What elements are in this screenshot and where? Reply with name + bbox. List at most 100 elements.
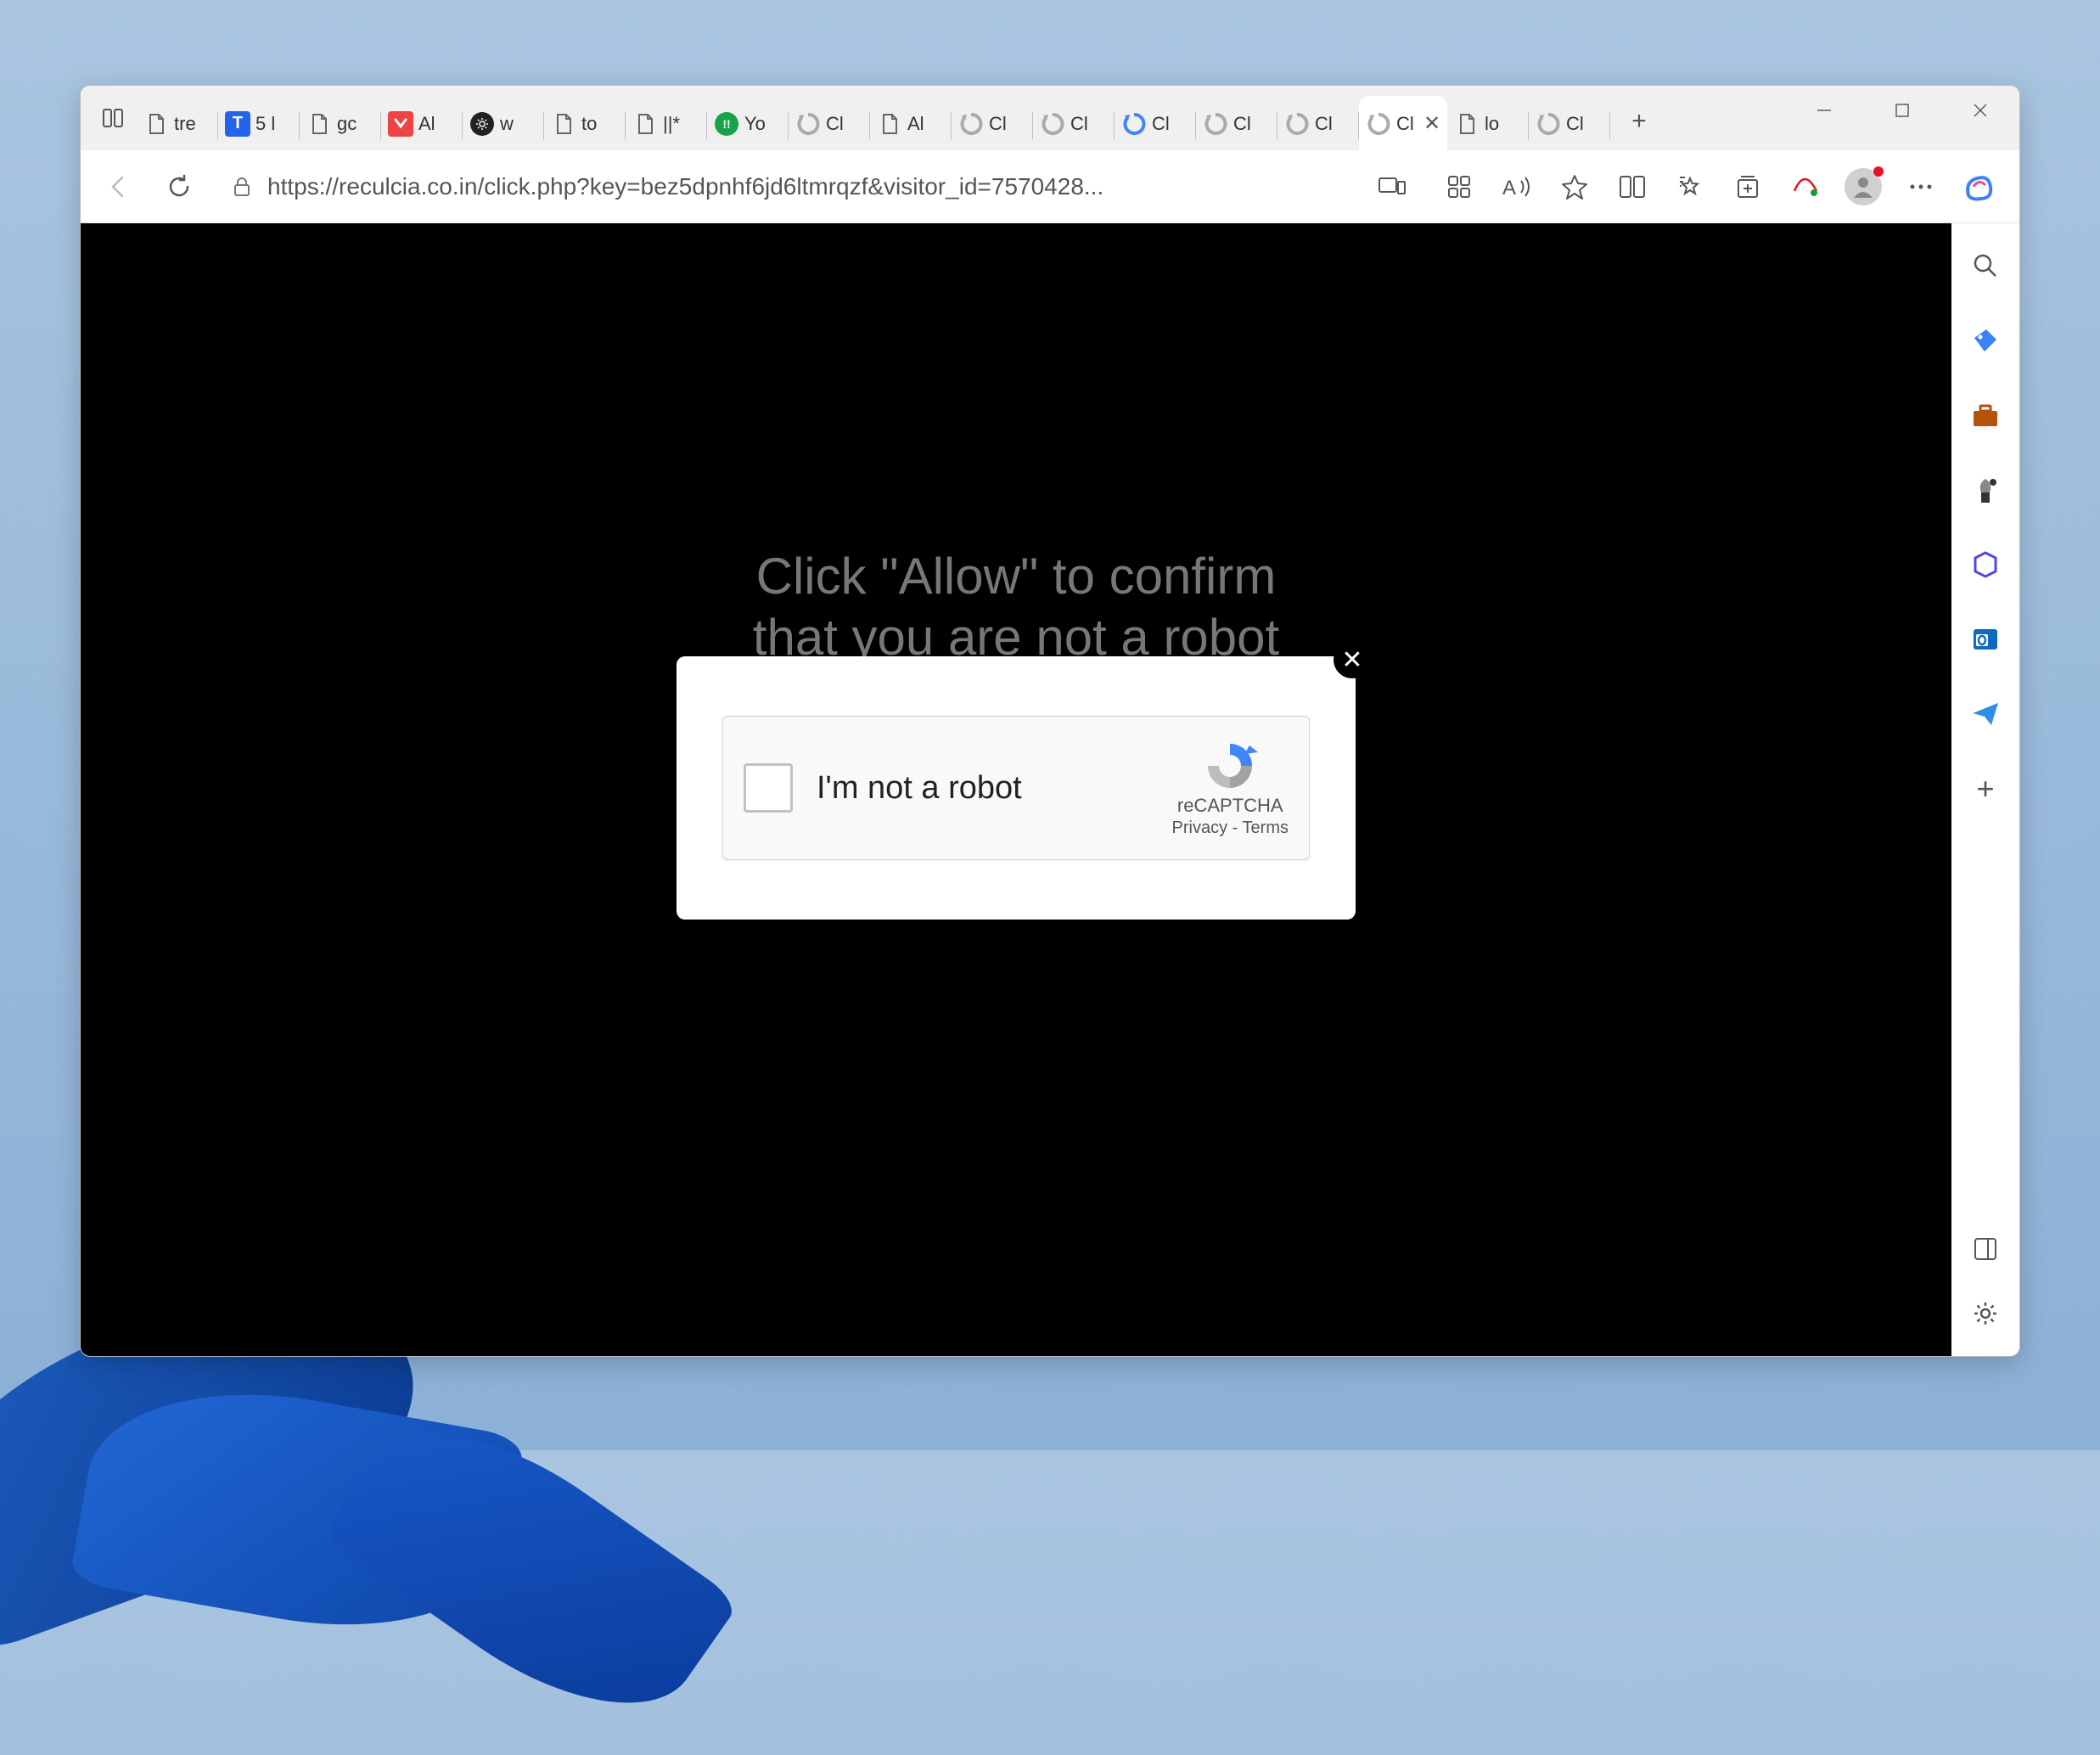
tab-favicon <box>1203 111 1228 137</box>
tab-favicon <box>143 111 169 137</box>
more-menu-icon[interactable] <box>1895 161 1946 212</box>
favorite-icon[interactable] <box>1549 161 1600 212</box>
tab-label: Cl <box>989 113 1026 135</box>
tab-label: lo <box>1485 113 1522 135</box>
browser-window: tre T5 l gc Al wto ||* !!Yo Cl Al Cl Cl Cl Cl Cl Cli ✕ l… <box>80 85 2020 1357</box>
tab-favicon <box>877 111 902 137</box>
tab-favicon <box>1121 111 1147 137</box>
tab-favicon <box>958 111 984 137</box>
tab-label: Al <box>418 113 456 135</box>
tab-favicon <box>632 111 658 137</box>
sidebar-search-icon[interactable] <box>1967 247 2004 284</box>
recaptcha-checkbox[interactable] <box>744 763 793 813</box>
tab-label: Cl <box>826 113 863 135</box>
captcha-dialog: ✕ I'm not a robot reCAPTCHA Privac <box>677 656 1356 920</box>
tab-favicon <box>306 111 332 137</box>
tab-favicon <box>469 111 495 137</box>
tab-label: 5 l <box>255 113 293 135</box>
browser-tab[interactable]: to <box>544 96 626 150</box>
svg-text:A: A <box>1502 177 1516 200</box>
recaptcha-branding: reCAPTCHA Privacy - Terms <box>1172 739 1289 838</box>
collections-icon[interactable] <box>1722 161 1773 212</box>
browser-tab[interactable]: ||* <box>626 96 707 150</box>
profile-avatar[interactable] <box>1838 161 1889 212</box>
tab-favicon <box>1284 111 1310 137</box>
maximize-button[interactable] <box>1863 86 1941 135</box>
tab-actions-button[interactable] <box>89 94 137 142</box>
window-controls <box>1785 86 2019 135</box>
browser-tab[interactable]: Cl <box>1033 96 1115 150</box>
tab-label: Cl <box>1152 113 1189 135</box>
device-sync-icon[interactable] <box>1378 175 1407 199</box>
tab-favicon <box>1536 111 1561 137</box>
address-bar[interactable]: https://reculcia.co.in/click.php?key=bez… <box>215 161 1422 212</box>
captcha-close-button[interactable]: ✕ <box>1334 641 1371 678</box>
tab-label: w <box>500 113 537 135</box>
sidebar-tools-icon[interactable] <box>1967 397 2004 434</box>
browser-tab[interactable]: Cli ✕ <box>1359 96 1447 150</box>
new-tab-button[interactable]: + <box>1615 98 1663 145</box>
tab-favicon <box>795 111 821 137</box>
tab-favicon <box>1040 111 1065 137</box>
page-heading: Click "Allow" to confirm that you are no… <box>753 546 1279 668</box>
sidebar-m365-icon[interactable] <box>1967 546 2004 583</box>
apps-icon[interactable] <box>1434 161 1485 212</box>
heading-line-1: Click "Allow" to confirm <box>753 546 1279 607</box>
tab-label: gc <box>337 113 374 135</box>
tab-label: Cl <box>1315 113 1352 135</box>
edge-sidebar: + <box>1951 223 2019 1356</box>
browser-tab[interactable]: lo <box>1447 96 1529 150</box>
toolbar: https://reculcia.co.in/click.php?key=bez… <box>81 150 2019 223</box>
recaptcha-brand-text: reCAPTCHA <box>1177 795 1283 817</box>
tab-label: ||* <box>663 113 700 135</box>
recaptcha-terms-link[interactable]: Terms <box>1243 818 1289 837</box>
tab-label: tre <box>174 113 211 135</box>
tab-label: Cl <box>1566 113 1603 135</box>
sidebar-add-icon[interactable]: + <box>1967 770 2004 807</box>
browser-tab[interactable]: !!Yo <box>707 96 789 150</box>
browser-tab[interactable]: T5 l <box>218 96 300 150</box>
recaptcha-privacy-link[interactable]: Privacy <box>1172 818 1228 837</box>
performance-icon[interactable] <box>1780 161 1831 212</box>
browser-tab[interactable]: Cl <box>1277 96 1359 150</box>
browser-tab[interactable]: Al <box>870 96 952 150</box>
browser-tab[interactable]: gc <box>300 96 381 150</box>
tab-label: Cl <box>1070 113 1108 135</box>
sidebar-outlook-icon[interactable] <box>1967 621 2004 658</box>
split-screen-icon[interactable] <box>1607 161 1658 212</box>
tab-label: Cli <box>1396 113 1415 135</box>
recaptcha-logo-icon <box>1200 739 1260 793</box>
site-info-icon[interactable] <box>230 175 254 199</box>
content-area: Click "Allow" to confirm that you are no… <box>81 223 2019 1356</box>
tab-label: Cl <box>1233 113 1271 135</box>
minimize-button[interactable] <box>1785 86 1863 135</box>
page-viewport: Click "Allow" to confirm that you are no… <box>81 223 1951 1356</box>
recaptcha-widget: I'm not a robot reCAPTCHA Privacy - Term… <box>722 716 1310 860</box>
sidebar-panel-toggle-icon[interactable] <box>1967 1230 2004 1268</box>
browser-tab[interactable]: Cl <box>1529 96 1610 150</box>
browser-tab[interactable]: Cl <box>1115 96 1196 150</box>
tab-favicon <box>1366 111 1391 137</box>
refresh-button[interactable] <box>155 163 203 211</box>
recaptcha-label: I'm not a robot <box>817 770 1172 807</box>
browser-tab[interactable]: tre <box>137 96 218 150</box>
browser-tab[interactable]: Al <box>381 96 463 150</box>
sidebar-settings-icon[interactable] <box>1967 1295 2004 1332</box>
sidebar-shopping-icon[interactable] <box>1967 322 2004 359</box>
browser-tab[interactable]: w <box>463 96 544 150</box>
sidebar-games-icon[interactable] <box>1967 471 2004 509</box>
browser-tab[interactable]: Cl <box>952 96 1033 150</box>
tab-favicon <box>1454 111 1480 137</box>
copilot-icon[interactable] <box>1953 161 2004 212</box>
back-button[interactable] <box>96 163 143 211</box>
tab-close-button[interactable]: ✕ <box>1420 112 1444 136</box>
favorites-bar-icon[interactable] <box>1665 161 1715 212</box>
tab-favicon: !! <box>714 111 739 137</box>
tab-favicon <box>388 111 413 137</box>
read-aloud-icon[interactable]: A <box>1491 161 1542 212</box>
browser-tab[interactable]: Cl <box>789 96 870 150</box>
sidebar-send-icon[interactable] <box>1967 695 2004 733</box>
browser-tab[interactable]: Cl <box>1196 96 1277 150</box>
close-window-button[interactable] <box>1941 86 2019 135</box>
url-text: https://reculcia.co.in/click.php?key=bez… <box>267 173 1364 200</box>
